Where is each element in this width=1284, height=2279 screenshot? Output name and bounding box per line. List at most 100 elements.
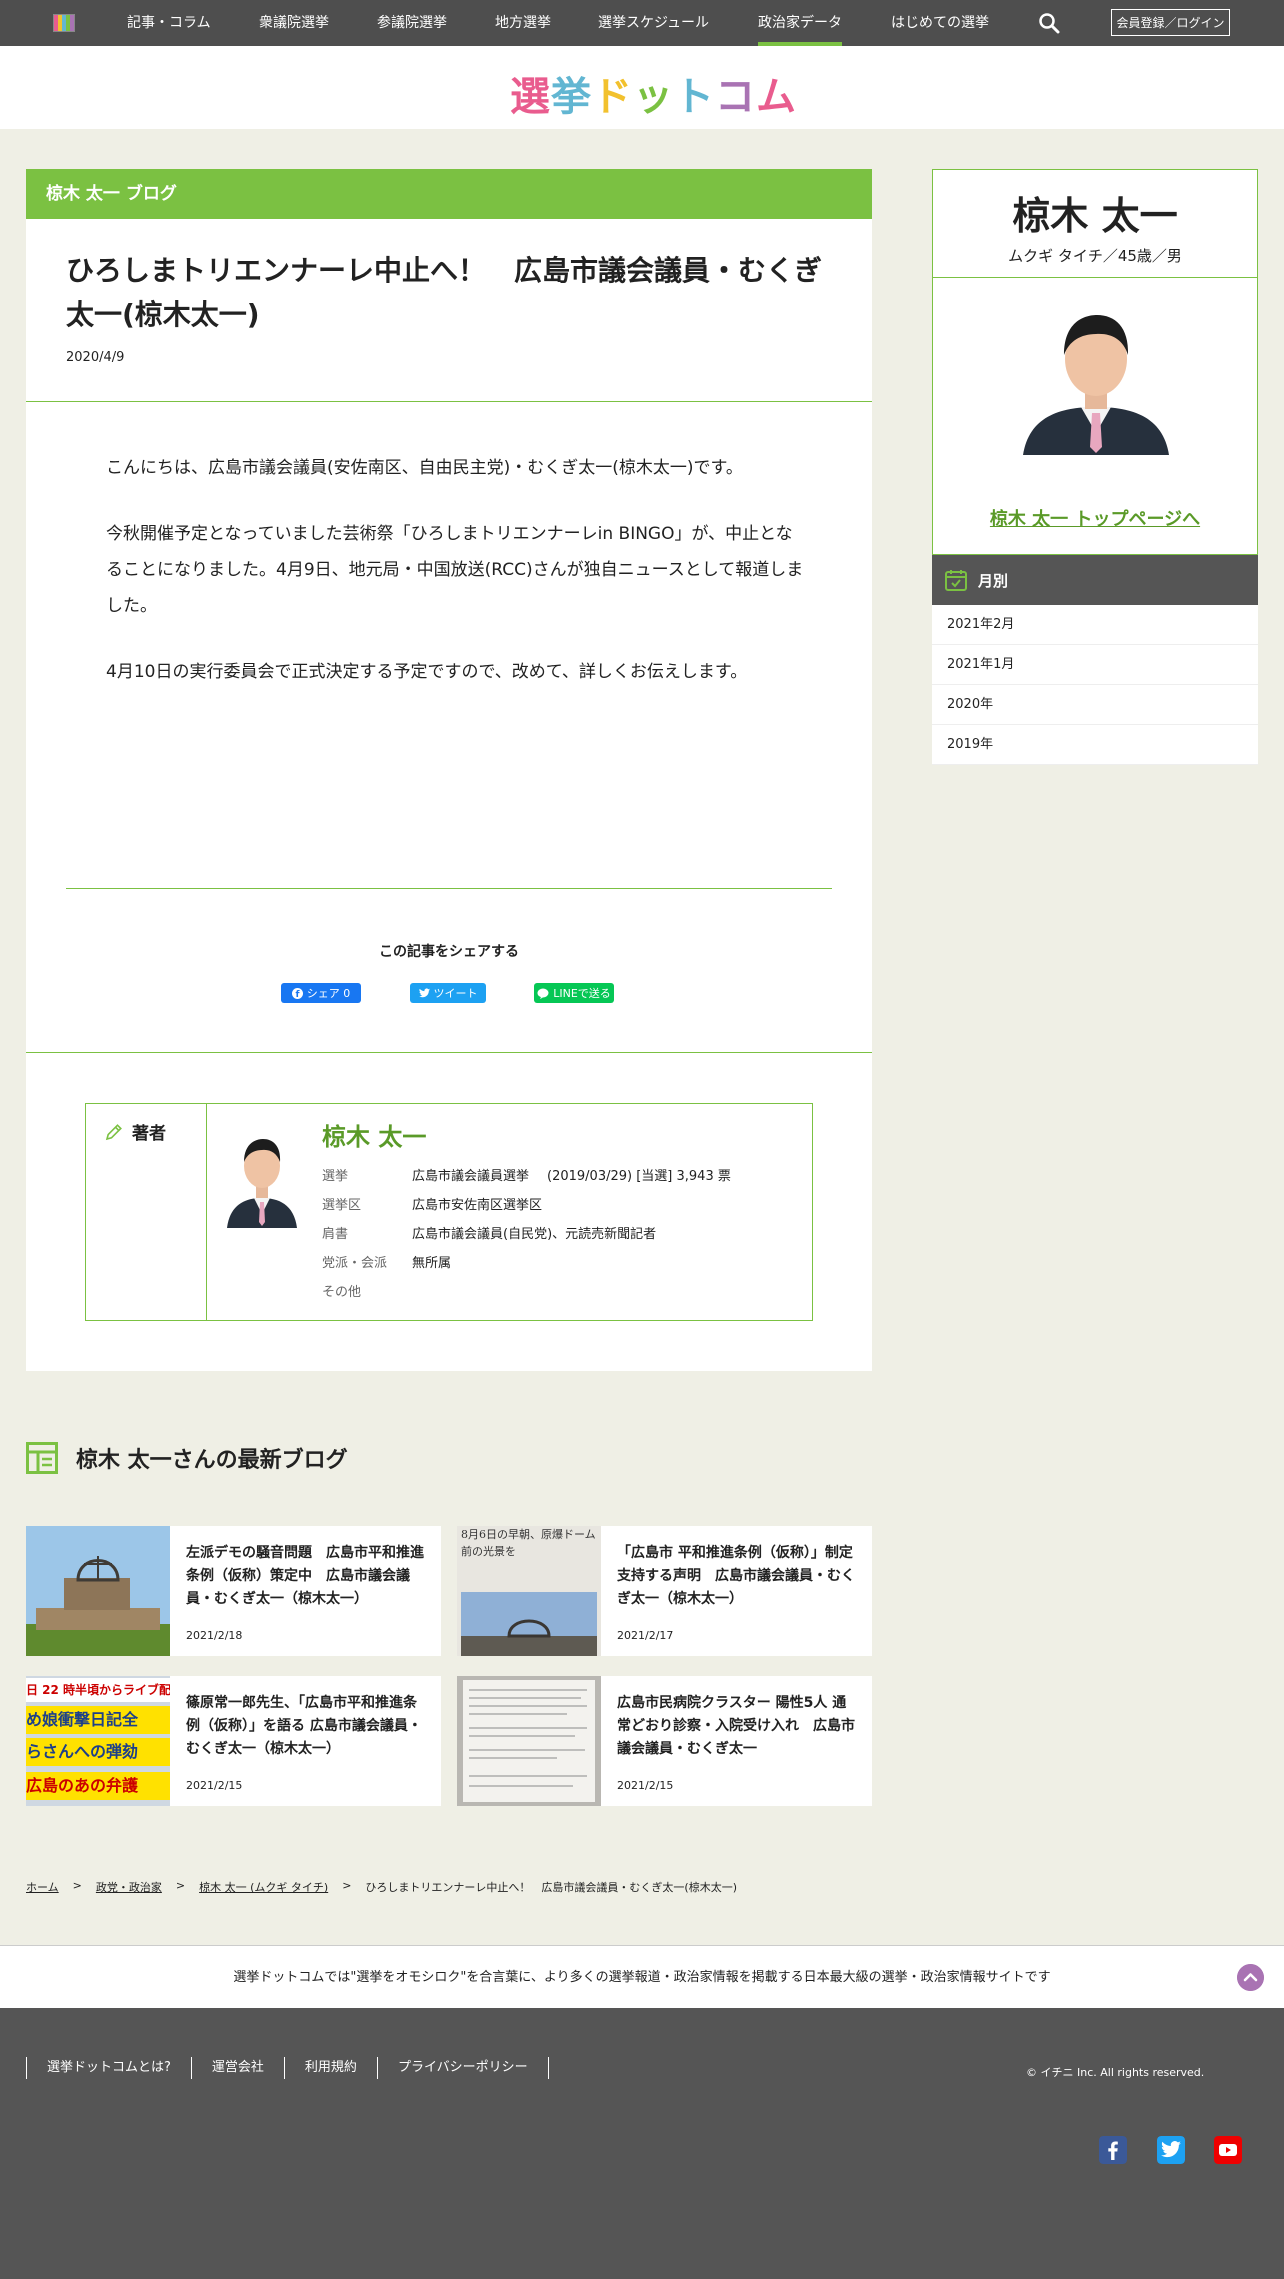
atomic-dome-thumbnail <box>26 1526 170 1656</box>
monthly-item[interactable]: 2020年 <box>932 685 1258 725</box>
party-key: 党派・会派 <box>322 1256 388 1271</box>
divider <box>66 888 832 889</box>
blog-list-icon <box>26 1442 58 1474</box>
footer-link-privacy[interactable]: プライバシーポリシー <box>376 2057 549 2079</box>
blog-card[interactable]: 8月6日の早朝、原爆ドーム前の光景を 「広島市 平和推進条例（仮称）」制定支持す… <box>457 1526 872 1656</box>
blog-card-date: 2021/2/17 <box>617 1629 674 1642</box>
footer-link-terms[interactable]: 利用規約 <box>283 2057 377 2079</box>
election-key: 選挙 <box>322 1169 349 1184</box>
paragraph: 今秋開催予定となっていました芸術祭「ひろしまトリエンナーレin BINGO」が、… <box>106 524 804 616</box>
author-label: 著者 <box>104 1119 166 1144</box>
thumbnail-line: め娘衝撃日記全 <box>26 1706 170 1734</box>
search-icon[interactable] <box>1038 12 1060 34</box>
district-link[interactable]: 広島市安佐南区選挙区 <box>412 1194 542 1213</box>
blog-card[interactable]: 日 22 時半頃からライブ配 め娘衝撃日記全 らさんへの弾劾 広島のあの弁護 篠… <box>26 1676 441 1806</box>
twitter-icon[interactable] <box>1157 2136 1185 2164</box>
author-election-row: 選挙 広島市議会議員選挙 (2019/03/29) [当選] 3,943 票 <box>322 1165 731 1184</box>
breadcrumb-parties[interactable]: 政党・政治家 <box>96 1879 162 1895</box>
facebook-share-label: シェア 0 <box>306 987 351 1000</box>
breadcrumb-home[interactable]: ホーム <box>26 1879 59 1895</box>
election-link[interactable]: 広島市議会議員選挙 <box>412 1165 529 1184</box>
youtube-icon[interactable] <box>1214 2136 1242 2164</box>
latest-blogs-title: 椋木 太一さんの最新ブログ <box>76 1448 348 1473</box>
blog-card-date: 2021/2/15 <box>186 1779 243 1792</box>
monthly-archive-header: 月別 <box>932 555 1258 605</box>
twitter-share-label: ツイート <box>433 987 478 1000</box>
nav-item-articles[interactable]: 記事・コラム <box>127 0 211 46</box>
dome-photo <box>461 1592 597 1656</box>
blog-card[interactable]: 広島市民病院クラスター 陽性5人 通常どおり診察・入院受け入れ 広島市議会議員・… <box>457 1676 872 1806</box>
home-logo-icon[interactable] <box>53 14 75 32</box>
breadcrumb-current: ひろしまトリエンナーレ中止へ！ 広島市議会議員・むくぎ太一(椋木太一) <box>365 1881 737 1894</box>
profile-name: 椋木 太一 <box>1012 194 1178 238</box>
copyright: © イチニ Inc. All rights reserved. <box>1026 2066 1205 2079</box>
facebook-icon[interactable] <box>1099 2136 1127 2164</box>
author-title-row: 肩書 広島市議会議員(自民党)、元読売新聞記者 <box>322 1223 656 1242</box>
footer-links: 選挙ドットコムとは? 運営会社 利用規約 プライバシーポリシー <box>26 2057 549 2079</box>
profile-card: 椋木 太一 ムクギ タイチ／45歳／男 椋木 太一 トップページへ <box>932 169 1258 555</box>
nav-item-first-election[interactable]: はじめての選挙 <box>891 0 989 46</box>
thumbnail-line: 日 22 時半頃からライブ配 <box>26 1678 170 1702</box>
breadcrumb: ホーム > 政党・政治家 > 椋木 太一 (ムクギ タイチ) > ひろしまトリエ… <box>26 1879 737 1895</box>
blog-card-title: 左派デモの騒音問題 広島市平和推進条例（仮称）策定中 広島市議会議員・むくぎ太一… <box>186 1545 424 1607</box>
line-icon <box>537 988 549 999</box>
blog-card-title: 「広島市 平和推進条例（仮称）」制定支持する声明 広島市議会議員・むくぎ太一（椋… <box>617 1545 855 1607</box>
nav-item-local-elections[interactable]: 地方選挙 <box>495 0 551 46</box>
footer: 選挙ドットコムとは? 運営会社 利用規約 プライバシーポリシー © イチニ In… <box>0 2008 1284 2279</box>
pencil-icon <box>105 1123 122 1140</box>
morning-dome-thumbnail: 8月6日の早朝、原爆ドーム前の光景を <box>457 1526 601 1656</box>
paragraph: 4月10日の実行委員会で正式決定する予定ですので、改めて、詳しくお伝えします。 <box>106 662 748 682</box>
monthly-item[interactable]: 2021年2月 <box>932 605 1258 645</box>
latest-blogs-heading: 椋木 太一さんの最新ブログ <box>26 1442 348 1474</box>
nav-item-house-of-representatives[interactable]: 衆議院選挙 <box>259 0 329 46</box>
blog-card[interactable]: 左派デモの騒音問題 広島市平和推進条例（仮称）策定中 広島市議会議員・むくぎ太一… <box>26 1526 441 1656</box>
blog-card-date: 2021/2/15 <box>617 1779 674 1792</box>
author-box: 著者 椋木 太一 選挙 広島市議会議員選挙 (2019/03/29) [当選] … <box>85 1103 813 1321</box>
share-title: この記事をシェアする <box>379 944 519 960</box>
thumbnail-caption: 8月6日の早朝、原爆ドーム前の光景を <box>461 1528 596 1558</box>
author-district-row: 選挙区 広島市安佐南区選挙区 <box>322 1194 542 1213</box>
election-result: (2019/03/29) [当選] 3,943 票 <box>547 1169 731 1184</box>
article-title: ひろしまトリエンナーレ中止へ！ 広島市議会議員・むくぎ太一(椋木太一) <box>66 254 823 331</box>
login-button[interactable]: 会員登録／ログイン <box>1111 9 1230 36</box>
logo-bar: 選挙ドットコム <box>0 46 1284 129</box>
line-share-button[interactable]: LINEで送る <box>534 983 614 1003</box>
title-key: 肩書 <box>322 1227 349 1242</box>
line-share-label: LINEで送る <box>553 987 611 1000</box>
footer-link-about[interactable]: 選挙ドットコムとは? <box>26 2057 191 2079</box>
twitter-share-button[interactable]: ツイート <box>410 983 486 1003</box>
back-to-top-icon[interactable] <box>1237 1964 1264 1991</box>
top-nav: 記事・コラム 衆議院選挙 参議院選挙 地方選挙 選挙スケジュール 政治家データ … <box>0 0 1284 46</box>
facebook-icon: f <box>291 987 303 999</box>
title-value: 広島市議会議員(自民党)、元読売新聞記者 <box>412 1227 657 1242</box>
profile-subtitle: ムクギ タイチ／45歳／男 <box>1008 247 1182 265</box>
divider <box>26 401 872 402</box>
nav-item-house-of-councillors[interactable]: 参議院選挙 <box>377 0 447 46</box>
monthly-item[interactable]: 2021年1月 <box>932 645 1258 685</box>
monthly-item[interactable]: 2019年 <box>932 725 1258 765</box>
author-label-text: 著者 <box>132 1124 166 1144</box>
twitter-bird-icon <box>418 988 430 998</box>
footer-link-company[interactable]: 運営会社 <box>190 2057 284 2079</box>
site-tagline: 選挙ドットコムでは"選挙をオモシロク"を合言葉に、より多くの選挙報道・政治家情報… <box>0 1945 1284 2008</box>
blog-card-title: 篠原常一郎先生、「広島市平和推進条例（仮称）」を語る 広島市議会議員・むくぎ太一… <box>186 1695 422 1757</box>
document-thumbnail <box>457 1676 601 1806</box>
thumbnail-line: 広島のあの弁護 <box>26 1772 170 1800</box>
other-key: その他 <box>322 1285 362 1300</box>
breadcrumb-politician[interactable]: 椋木 太一 (ムクギ タイチ) <box>199 1879 328 1895</box>
nav-item-politician-data[interactable]: 政治家データ <box>758 0 842 46</box>
nav-item-schedule[interactable]: 選挙スケジュール <box>598 0 709 46</box>
breadcrumb-separator-icon: > <box>342 1879 352 1892</box>
facebook-share-button[interactable]: f シェア 0 <box>281 983 361 1003</box>
article-date: 2020/4/9 <box>66 350 125 365</box>
blog-header: 椋木 太一 ブログ <box>26 169 872 219</box>
paragraph: こんにちは、広島市議会議員(安佐南区、自由民主党)・むくぎ太一(椋木太一)です。 <box>106 458 743 478</box>
party-value: 無所属 <box>412 1256 452 1271</box>
site-logo[interactable]: 選挙ドットコム <box>510 64 797 120</box>
profile-photo <box>1023 303 1169 455</box>
blog-card-title: 広島市民病院クラスター 陽性5人 通常どおり診察・入院受け入れ 広島市議会議員・… <box>617 1695 855 1757</box>
breadcrumb-separator-icon: > <box>175 1879 186 1892</box>
profile-top-page-link[interactable]: 椋木 太一 トップページへ <box>933 505 1257 531</box>
calendar-icon <box>945 570 967 591</box>
author-name[interactable]: 椋木 太一 <box>322 1117 426 1152</box>
